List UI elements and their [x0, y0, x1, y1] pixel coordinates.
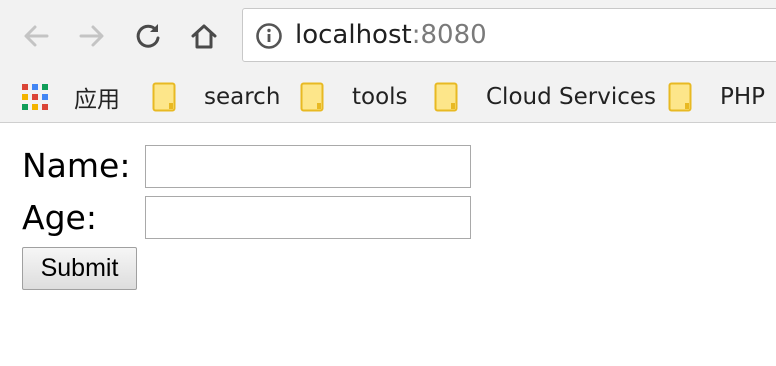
- browser-chrome: localhost:8080 应用 search tools Cloud Ser…: [0, 0, 776, 123]
- bookmarks-bar: 应用 search tools Cloud Services PHP: [0, 72, 776, 122]
- home-button[interactable]: [186, 18, 222, 54]
- forward-button[interactable]: [74, 18, 110, 54]
- bookmark-tools[interactable]: tools: [300, 78, 408, 116]
- home-icon: [191, 24, 217, 49]
- reload-button[interactable]: [130, 18, 166, 54]
- reload-icon: [136, 24, 160, 48]
- arrow-right-icon: [79, 25, 104, 47]
- folder-icon: [300, 82, 324, 112]
- submit-button[interactable]: Submit: [22, 247, 137, 290]
- folder-icon: [152, 82, 176, 112]
- bookmark-search[interactable]: search: [152, 78, 280, 116]
- bookmark-apps-label: 应用: [74, 87, 120, 113]
- address-bar[interactable]: localhost:8080: [242, 8, 776, 62]
- arrow-left-icon: [24, 25, 49, 47]
- browser-toolbar: localhost:8080: [0, 0, 776, 72]
- page-content: Name: Age: Submit: [0, 124, 776, 366]
- name-input[interactable]: [145, 145, 471, 188]
- bookmark-label: Cloud Services: [486, 84, 656, 110]
- name-label: Name:: [22, 146, 131, 185]
- url-host: localhost: [295, 20, 412, 50]
- age-input[interactable]: [145, 196, 471, 239]
- bookmark-php[interactable]: PHP: [668, 78, 765, 116]
- bookmark-label: PHP: [720, 84, 766, 110]
- bookmark-apps[interactable]: 应用: [22, 78, 120, 116]
- bookmark-label: tools: [352, 84, 408, 110]
- url-port: :8080: [411, 20, 487, 50]
- url-text: localhost:8080: [295, 19, 487, 51]
- folder-icon: [434, 82, 458, 112]
- back-button[interactable]: [18, 18, 54, 54]
- apps-grid-icon: [22, 84, 48, 110]
- bookmark-label: search: [204, 84, 281, 110]
- age-label: Age:: [22, 198, 97, 237]
- info-icon[interactable]: [255, 22, 283, 50]
- folder-icon: [668, 82, 692, 112]
- bookmark-cloud-services[interactable]: Cloud Services: [434, 78, 656, 116]
